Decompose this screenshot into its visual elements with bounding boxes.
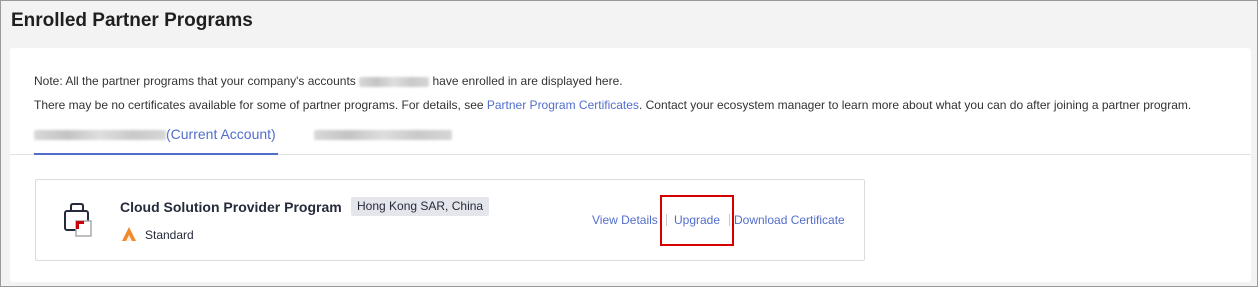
program-name: Cloud Solution Provider Program [120,199,342,215]
view-details-link[interactable]: View Details [592,213,658,227]
program-card: Cloud Solution Provider Program Hong Kon… [35,179,865,261]
note-line-2: There may be no certificates available f… [34,98,1191,112]
note-line-2-suffix: . Contact your ecosystem manager to lear… [638,98,1192,112]
page-title: Enrolled Partner Programs [11,10,253,31]
triangle-level-icon [122,227,136,241]
upgrade-highlight-box [660,195,734,246]
note-line-2-prefix: There may be no certificates available f… [34,98,487,112]
account-tabs: (Current Account) [10,118,1251,155]
program-level: Standard [145,228,194,242]
note-line-1-suffix: have enrolled in are displayed here. [432,74,623,88]
region-badge: Hong Kong SAR, China [351,197,490,216]
tab-current-account-label: (Current Account) [166,126,276,142]
programs-card: Note: All the partner programs that your… [10,48,1251,282]
tab-current-account[interactable]: (Current Account) [34,126,278,155]
redacted-other-account [314,130,452,141]
briefcase-icon [64,203,92,237]
page-frame: Enrolled Partner Programs Note: All the … [0,0,1258,287]
download-certificate-link[interactable]: Download Certificate [734,213,845,227]
redacted-account-name [359,76,430,87]
tab-other-account[interactable] [314,126,452,155]
note-line-1-prefix: Note: All the partner programs that your… [34,74,356,88]
note-line-1: Note: All the partner programs that your… [34,74,623,88]
redacted-current-account [34,130,166,141]
certificates-link[interactable]: Partner Program Certificates [487,98,639,112]
